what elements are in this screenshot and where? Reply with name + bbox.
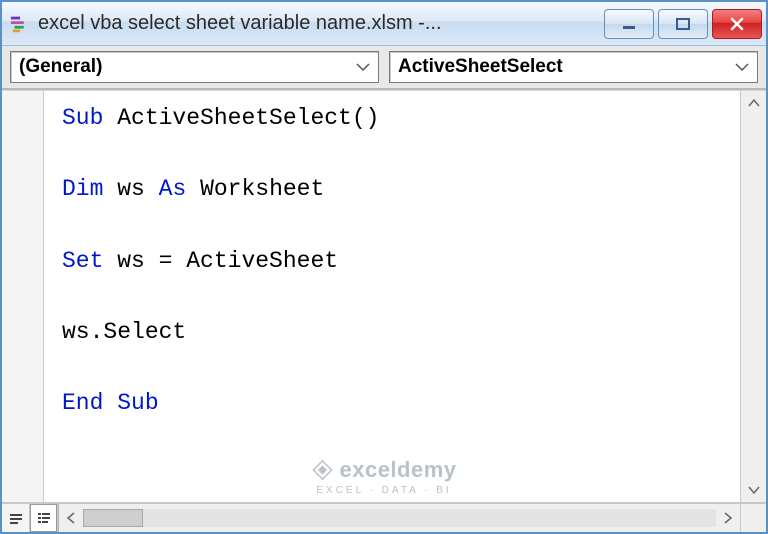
full-module-view-icon [36,511,52,525]
minimize-button[interactable] [604,9,654,39]
code-area: Sub ActiveSheetSelect() Dim ws As Worksh… [2,90,766,502]
chevron-down-icon [748,485,760,495]
scroll-down-button[interactable] [741,478,766,502]
scrollbar-thumb[interactable] [83,509,143,527]
close-button[interactable] [712,9,762,39]
margin-indicator-bar [2,91,44,502]
maximize-button[interactable] [658,9,708,39]
vba-app-icon [10,13,32,35]
procedure-dropdown-value: ActiveSheetSelect [398,56,563,78]
dropdown-bar: (General) ActiveSheetSelect [2,46,766,90]
vba-editor-window: excel vba select sheet variable name.xls… [0,0,768,534]
scroll-right-button[interactable] [716,504,740,532]
code-editor[interactable]: Sub ActiveSheetSelect() Dim ws As Worksh… [44,91,740,502]
full-module-view-button[interactable] [30,504,58,532]
procedure-dropdown[interactable]: ActiveSheetSelect [389,51,758,83]
chevron-down-icon [735,62,749,72]
procedure-view-button[interactable] [2,504,30,532]
scrollbar-corner [740,504,766,532]
scroll-left-button[interactable] [59,504,83,532]
scrollbar-track[interactable] [83,509,716,527]
scroll-up-button[interactable] [741,91,766,115]
object-dropdown-value: (General) [19,56,102,78]
object-dropdown[interactable]: (General) [10,51,379,83]
window-controls [604,9,762,39]
view-mode-buttons [2,504,59,532]
chevron-up-icon [748,98,760,108]
titlebar: excel vba select sheet variable name.xls… [2,2,766,46]
chevron-right-icon [723,512,733,524]
vertical-scrollbar[interactable] [740,91,766,502]
horizontal-scrollbar[interactable] [59,504,740,532]
window-title: excel vba select sheet variable name.xls… [38,12,604,35]
chevron-down-icon [356,62,370,72]
chevron-left-icon [66,512,76,524]
procedure-view-icon [8,511,24,525]
bottom-bar [2,502,766,532]
